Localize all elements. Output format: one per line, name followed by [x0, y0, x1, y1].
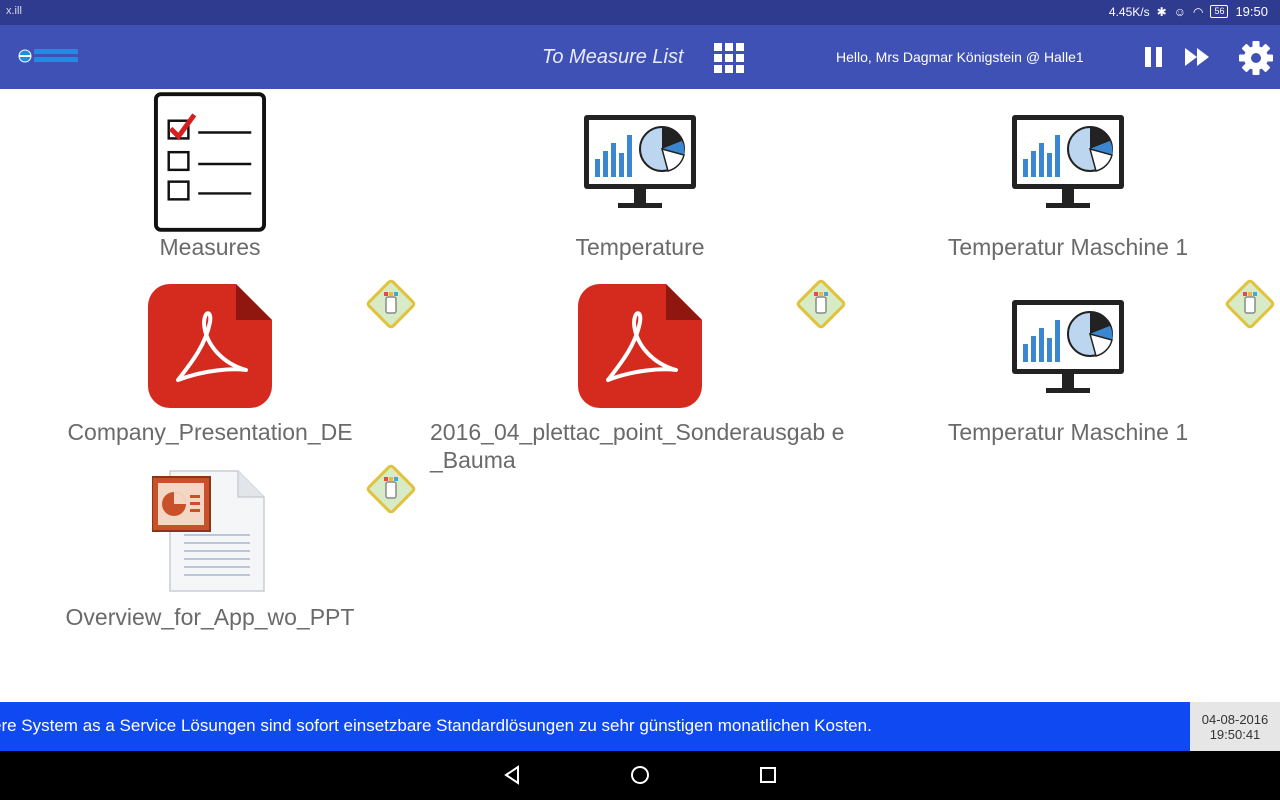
- monitor-chart-icon: [1012, 115, 1124, 208]
- cache-badge-icon: [796, 279, 846, 329]
- signal-indicator: x.ill: [6, 5, 22, 17]
- status-bar: x.ill 4.45K/s ✱ ☺ ◠ 56 19:50: [0, 0, 1280, 25]
- ticker-text: ere System as a Service Lösungen sind so…: [0, 716, 872, 735]
- powerpoint-file-icon: [152, 470, 265, 592]
- app-bar: To Measure List Hello, Mrs Dagmar Königs…: [0, 25, 1280, 89]
- checklist-icon: [153, 92, 267, 232]
- date-time-box: 04-08-2016 19:50:41: [1190, 702, 1280, 751]
- grid-menu-icon[interactable]: [712, 41, 746, 75]
- tile-plettac-point[interactable]: 2016_04_plettac_point_Sonderausgab e_Bau…: [430, 274, 844, 474]
- status-clock: 19:50: [1235, 4, 1268, 19]
- cache-badge-icon: [1225, 279, 1275, 329]
- tile-label: Measures: [159, 234, 261, 260]
- system-nav-bar: [0, 751, 1280, 800]
- tile-temperature[interactable]: Temperature: [440, 89, 840, 269]
- tile-temperatur-maschine-1[interactable]: Temperatur Maschine 1: [868, 89, 1268, 269]
- pdf-icon: [578, 284, 702, 408]
- company-logo-icon: [18, 49, 78, 63]
- notification-icon: ☺: [1173, 4, 1186, 19]
- tile-label: Company_Presentation_DE: [67, 419, 353, 445]
- network-speed: 4.45K/s: [1108, 4, 1150, 19]
- tile-label: Temperatur Maschine 1: [947, 419, 1189, 445]
- wifi-icon: ◠: [1192, 4, 1204, 19]
- tile-label: Temperatur Maschine 1: [947, 234, 1189, 260]
- to-measure-list-link[interactable]: To Measure List: [542, 46, 684, 69]
- tile-label: 2016_04_plettac_point_Sonderausgab e_Bau…: [430, 419, 845, 473]
- monitor-chart-icon: [1012, 300, 1124, 393]
- tile-label: Temperature: [575, 234, 705, 260]
- battery-icon: 56: [1210, 5, 1229, 18]
- footer-time: 19:50:41: [1209, 727, 1261, 742]
- cache-badge-icon: [366, 279, 416, 329]
- footer-date: 04-08-2016: [1201, 712, 1269, 727]
- pdf-icon: [148, 284, 272, 408]
- tile-label: Overview_for_App_wo_PPT: [65, 604, 355, 630]
- home-icon[interactable]: [629, 764, 651, 786]
- tile-company-presentation[interactable]: Company_Presentation_DE: [10, 274, 410, 454]
- news-ticker: ere System as a Service Lösungen sind so…: [0, 702, 1190, 751]
- fast-forward-icon[interactable]: [1183, 45, 1211, 69]
- greeting-text: Hello, Mrs Dagmar Königstein @ Halle1: [836, 49, 1084, 65]
- tile-measures[interactable]: Measures: [10, 89, 410, 269]
- tile-temperatur-maschine-1-b[interactable]: Temperatur Maschine 1: [868, 274, 1268, 454]
- gear-icon[interactable]: [1238, 40, 1274, 76]
- tile-overview-ppt[interactable]: Overview_for_App_wo_PPT: [10, 459, 410, 639]
- cache-badge-icon: [366, 464, 416, 514]
- monitor-chart-icon: [584, 115, 696, 208]
- recent-apps-icon[interactable]: [757, 764, 779, 786]
- pause-icon[interactable]: [1142, 45, 1166, 69]
- bluetooth-icon: ✱: [1156, 4, 1167, 19]
- back-icon[interactable]: [502, 764, 524, 786]
